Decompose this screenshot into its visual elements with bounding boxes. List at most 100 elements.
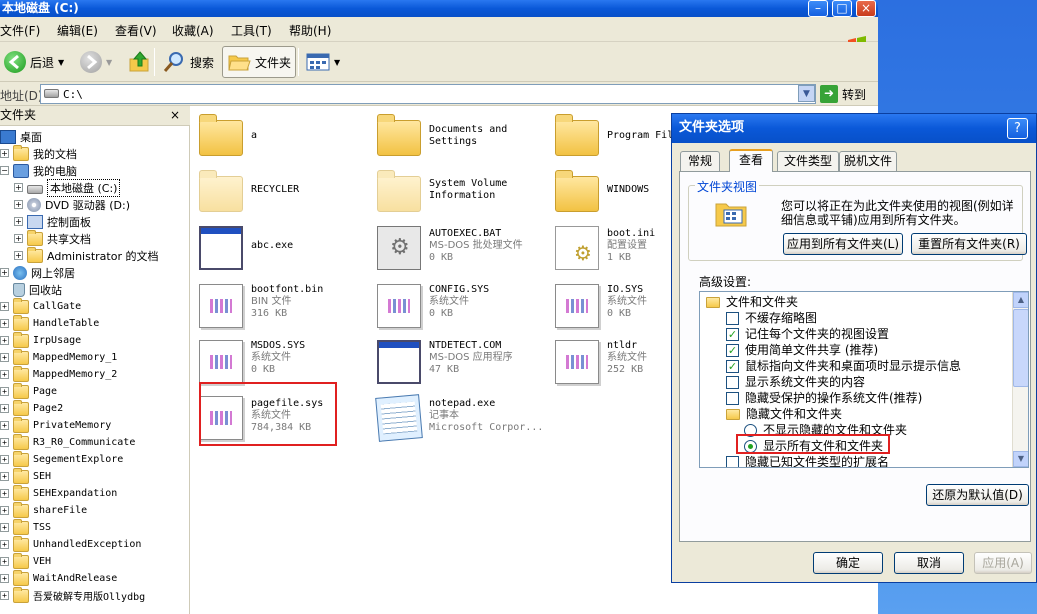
checkbox-unchecked[interactable]	[726, 311, 739, 325]
checkbox-unchecked[interactable]	[726, 375, 739, 389]
tree-item-my-documents[interactable]: + 我的文档	[0, 144, 77, 162]
tree-item-desktop[interactable]: 桌面	[0, 128, 42, 145]
menu-help[interactable]: 帮助(H)	[289, 22, 331, 39]
back-dropdown-icon[interactable]: ▼	[58, 58, 64, 67]
views-dropdown-icon[interactable]: ▼	[334, 58, 340, 67]
expand-icon[interactable]: +	[0, 574, 9, 583]
tree-item-shared-documents[interactable]: + 共享文档	[14, 229, 91, 247]
apply-to-all-folders-button[interactable]: 应用到所有文件夹(L)	[783, 233, 903, 255]
expand-icon[interactable]: +	[0, 404, 9, 413]
tab-file-types[interactable]: 文件类型	[777, 151, 839, 171]
help-button[interactable]: ?	[1007, 118, 1028, 139]
menu-tools[interactable]: 工具(T)	[231, 22, 272, 39]
tree-item-folder[interactable]: + PrivateMemory	[0, 416, 111, 434]
back-button[interactable]: 后退 ▼	[0, 46, 68, 78]
tree-item-folder[interactable]: + SEHExpandation	[0, 484, 117, 502]
go-button[interactable]: ➜ 转到	[820, 85, 866, 103]
file-item[interactable]: CONFIG.SYS 系统文件 0 KB	[369, 278, 545, 332]
checkbox-checked[interactable]: ✓	[726, 343, 739, 357]
tree-item-folder[interactable]: + SEH	[0, 467, 51, 485]
expand-icon[interactable]: +	[0, 421, 9, 430]
file-item[interactable]: a	[191, 108, 367, 162]
tree-item-folder[interactable]: + Page	[0, 382, 57, 400]
checkbox-item[interactable]: ✓ 记住每个文件夹的视图设置	[726, 326, 889, 342]
tab-offline-files[interactable]: 脱机文件	[839, 151, 897, 171]
expand-icon[interactable]: +	[0, 455, 9, 464]
scroll-up-icon[interactable]: ▲	[1013, 292, 1028, 308]
checkbox-item[interactable]: 显示系统文件夹的内容	[726, 374, 865, 390]
checkbox-unchecked[interactable]	[726, 455, 739, 467]
expand-icon[interactable]: +	[0, 149, 9, 158]
checkbox-item[interactable]: ✓ 鼠标指向文件夹和桌面项时显示提示信息	[726, 358, 961, 374]
minimize-button[interactable]: –	[808, 0, 828, 17]
collapse-icon[interactable]: −	[0, 166, 9, 175]
tree-item-folder[interactable]: + Page2	[0, 399, 63, 417]
checkbox-checked[interactable]: ✓	[726, 359, 739, 373]
tree-item-control-panel[interactable]: + 控制面板	[14, 213, 91, 230]
expand-icon[interactable]: +	[0, 557, 9, 566]
file-item[interactable]: bootfont.bin BIN 文件 316 KB	[191, 278, 367, 332]
forward-dropdown-icon[interactable]: ▼	[106, 58, 112, 67]
tree-item-my-computer[interactable]: − 我的电脑	[0, 162, 77, 179]
checkbox-item[interactable]: 不缓存缩略图	[726, 310, 817, 326]
tree-item-folder[interactable]: + UnhandledException	[0, 535, 141, 553]
expand-icon[interactable]: +	[14, 234, 23, 243]
file-item[interactable]: abc.exe	[191, 220, 367, 274]
cancel-button[interactable]: 取消	[894, 552, 964, 574]
expand-icon[interactable]: +	[14, 183, 23, 192]
expand-icon[interactable]: +	[0, 506, 9, 515]
expand-icon[interactable]: +	[0, 387, 9, 396]
checkbox-item[interactable]: 隐藏已知文件类型的扩展名	[726, 454, 889, 467]
checkbox-item[interactable]: ✓ 使用简单文件共享 (推荐)	[726, 342, 878, 358]
tree-item-folder[interactable]: + 吾爱破解专用版Ollydbg	[0, 586, 145, 604]
tree-item-folder[interactable]: + WaitAndRelease	[0, 569, 117, 587]
forward-button[interactable]: ▼	[76, 46, 116, 78]
expand-icon[interactable]: +	[0, 336, 9, 345]
tree-item-dvd-drive[interactable]: + DVD 驱动器 (D:)	[14, 196, 130, 213]
tree-item-folder[interactable]: + SegementExplore	[0, 450, 123, 468]
restore-defaults-button[interactable]: 还原为默认值(D)	[926, 484, 1029, 506]
tree-item-folder[interactable]: + shareFile	[0, 501, 87, 519]
tree-item-folder[interactable]: + HandleTable	[0, 314, 99, 332]
expand-icon[interactable]: +	[14, 217, 23, 226]
expand-icon[interactable]: +	[0, 319, 9, 328]
address-input[interactable]: C:\	[40, 84, 816, 104]
expand-icon[interactable]: +	[0, 370, 9, 379]
ok-button[interactable]: 确定	[813, 552, 883, 574]
scroll-thumb[interactable]	[1013, 309, 1028, 387]
expand-icon[interactable]: +	[0, 268, 9, 277]
menu-file[interactable]: 文件(F)	[0, 22, 40, 39]
reset-all-folders-button[interactable]: 重置所有文件夹(R)	[911, 233, 1027, 255]
close-button[interactable]: ×	[856, 0, 876, 17]
expand-icon[interactable]: +	[0, 302, 9, 311]
menu-edit[interactable]: 编辑(E)	[57, 22, 98, 39]
expand-icon[interactable]: +	[0, 472, 9, 481]
expand-icon[interactable]: +	[0, 540, 9, 549]
menu-favorites[interactable]: 收藏(A)	[172, 22, 214, 39]
tree-item-recycle-bin[interactable]: 回收站	[13, 281, 62, 298]
tab-general[interactable]: 常规	[680, 151, 720, 171]
expand-icon[interactable]: +	[0, 489, 9, 498]
expand-icon[interactable]: +	[0, 523, 9, 532]
tree-item-folder[interactable]: + CallGate	[0, 297, 81, 315]
expand-icon[interactable]: +	[14, 251, 23, 260]
scroll-down-icon[interactable]: ▼	[1013, 451, 1028, 467]
maximize-button[interactable]: □	[832, 0, 852, 17]
tree-item-network-places[interactable]: + 网上邻居	[0, 264, 75, 281]
file-item[interactable]: MSDOS.SYS 系统文件 0 KB	[191, 334, 367, 388]
search-button[interactable]: 搜索	[158, 46, 218, 78]
checkbox-unchecked[interactable]	[726, 391, 739, 405]
expand-icon[interactable]: +	[0, 353, 9, 362]
file-item[interactable]: notepad.exe 记事本 Microsoft Corpor...	[369, 390, 545, 444]
file-item[interactable]: System Volume Information	[369, 164, 545, 218]
tree-item-folder[interactable]: + VEH	[0, 552, 51, 570]
file-item[interactable]: NTDETECT.COM MS-DOS 应用程序 47 KB	[369, 334, 545, 388]
tree-item-folder[interactable]: + TSS	[0, 518, 51, 536]
tree-item-admin-documents[interactable]: + Administrator 的文档	[14, 246, 158, 264]
folders-button[interactable]: 文件夹	[222, 46, 297, 78]
expand-icon[interactable]: +	[0, 438, 9, 447]
menu-view[interactable]: 查看(V)	[115, 22, 157, 39]
expand-icon[interactable]: +	[14, 200, 23, 209]
address-dropdown-icon[interactable]: ▼	[798, 85, 815, 102]
expand-icon[interactable]: +	[0, 591, 9, 600]
